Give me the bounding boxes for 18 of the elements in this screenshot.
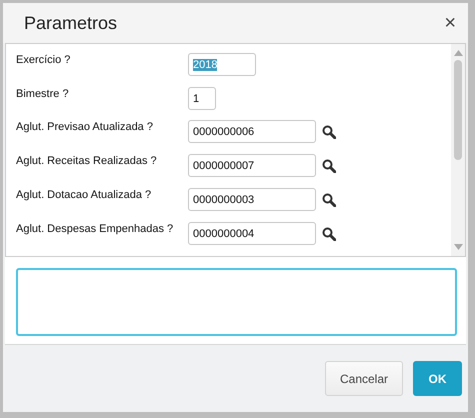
field-label: Aglut. Receitas Realizadas ? bbox=[16, 154, 158, 167]
close-button[interactable]: × bbox=[444, 12, 456, 34]
input-field[interactable]: 0000000004 bbox=[188, 222, 316, 245]
input-field[interactable]: 0000000006 bbox=[188, 120, 316, 143]
input-field[interactable]: 1 bbox=[188, 87, 216, 110]
search-icon[interactable] bbox=[322, 159, 336, 173]
field-label: Bimestre ? bbox=[16, 87, 70, 100]
field-label: Aglut. Previsao Atualizada ? bbox=[16, 120, 154, 133]
cancel-button[interactable]: Cancelar bbox=[325, 361, 403, 396]
field-label: Exercício ? bbox=[16, 53, 72, 66]
input-field[interactable]: 0000000003 bbox=[188, 188, 316, 211]
dialog-title: Parametros bbox=[24, 12, 118, 34]
field-label: Aglut. Despesas Empenhadas ? bbox=[16, 222, 174, 235]
search-icon[interactable] bbox=[322, 227, 336, 241]
field-label: Aglut. Dotacao Atualizada ? bbox=[16, 188, 152, 201]
search-icon[interactable] bbox=[322, 193, 336, 207]
search-icon[interactable] bbox=[322, 125, 336, 139]
input-field[interactable]: 0000000007 bbox=[188, 154, 316, 177]
